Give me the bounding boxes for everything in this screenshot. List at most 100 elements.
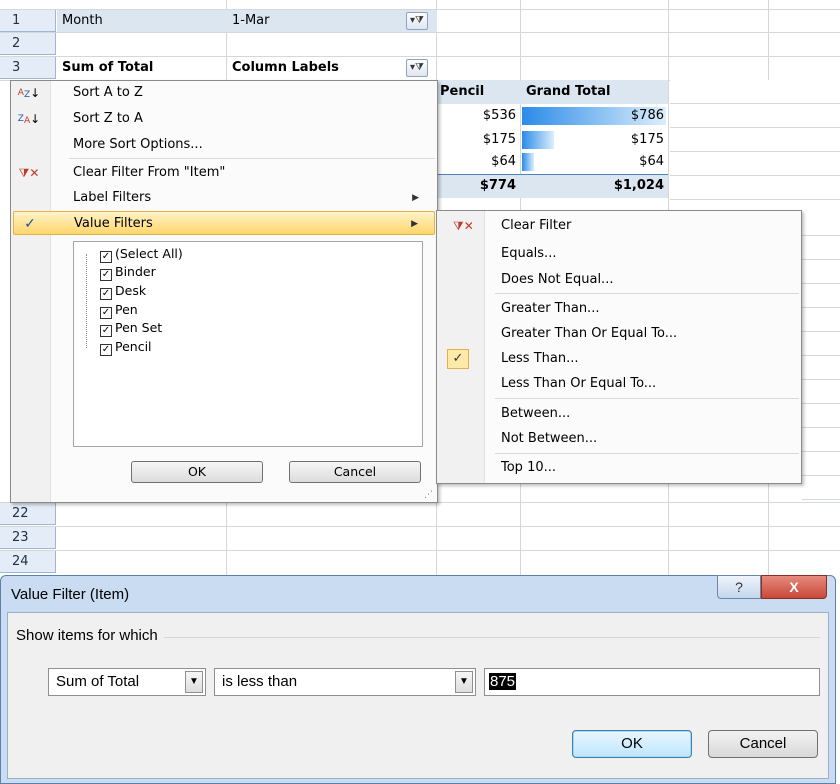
month-value-cell[interactable]: 1-Mar	[232, 10, 392, 32]
pencil-column-header[interactable]: Pencil	[440, 81, 518, 103]
funnel-icon: ▾⧩	[410, 15, 424, 26]
checkbox-pencil[interactable]: ✓ Pencil	[100, 338, 152, 356]
checkbox-checked-icon: ✓	[100, 325, 112, 337]
checkbox-label: Binder	[115, 264, 156, 279]
dialog-ok-button[interactable]: OK	[572, 730, 692, 758]
checkbox-label: Pencil	[115, 339, 152, 354]
grand-total-value-cell[interactable]: $786	[522, 105, 664, 127]
ok-button[interactable]: OK	[131, 461, 263, 483]
clear-filter-icon: ⧩✕	[18, 166, 40, 180]
checkbox-checked-icon: ✓	[100, 344, 112, 356]
checkbox-binder[interactable]: ✓ Binder	[100, 263, 156, 281]
item-checkbox-list[interactable]: ✓ (Select All) ✓ Binder ✓ Desk ✓ Pen ✓ Pen Se…	[73, 241, 423, 447]
sort-za-icon: ZA↓	[17, 112, 41, 126]
menu-item-label: Sort Z to A	[73, 111, 143, 126]
checkbox-pen[interactable]: ✓ Pen	[100, 301, 138, 319]
greater-than-item[interactable]: Greater Than...	[439, 297, 799, 321]
menu-item-label: Label Filters	[73, 190, 152, 205]
grand-total-column-header[interactable]: Grand Total	[526, 81, 666, 103]
row-header-24[interactable]: 24	[0, 551, 56, 573]
checkbox-select-all[interactable]: ✓ (Select All)	[100, 245, 183, 263]
chevron-down-icon[interactable]: ▼	[455, 671, 473, 693]
submenu-arrow-icon: ▶	[411, 219, 418, 229]
grand-total-total-cell[interactable]: $1,024	[522, 175, 664, 197]
sort-az-icon: AZ↓	[17, 86, 41, 100]
funnel-icon: ▾⧩	[410, 62, 424, 73]
label-filters-item[interactable]: Label Filters ▶	[13, 186, 435, 210]
checkmark-icon: ✓	[447, 349, 469, 369]
resize-grip-icon[interactable]: ⋰	[424, 490, 433, 500]
sum-of-total-label[interactable]: Sum of Total	[62, 57, 222, 79]
menu-item-label: Less Than...	[501, 351, 579, 366]
equals-item[interactable]: Equals...	[439, 242, 799, 266]
does-not-equal-item[interactable]: Does Not Equal...	[439, 268, 799, 292]
checkmark-icon: ✓	[24, 216, 36, 232]
less-than-or-equal-item[interactable]: Less Than Or Equal To...	[439, 372, 799, 396]
checkbox-checked-icon: ✓	[100, 269, 112, 281]
menu-item-label: Not Between...	[501, 431, 598, 446]
field-select[interactable]: Sum of Total ▼	[48, 668, 206, 696]
not-between-item[interactable]: Not Between...	[439, 427, 799, 451]
cancel-button[interactable]: Cancel	[289, 461, 421, 483]
value-input-text: 875	[489, 673, 517, 690]
menu-item-label: Less Than Or Equal To...	[501, 376, 657, 391]
submenu-arrow-icon: ▶	[412, 193, 419, 203]
checkbox-label: Pen	[115, 302, 138, 317]
value-filters-item[interactable]: ✓ Value Filters ▶	[13, 211, 435, 235]
checkbox-pen-set[interactable]: ✓ Pen Set	[100, 319, 162, 337]
top-10-item[interactable]: Top 10...	[439, 456, 799, 480]
operator-select[interactable]: is less than ▼	[214, 668, 476, 696]
sort-z-to-a-item[interactable]: ZA↓ Sort Z to A	[13, 107, 435, 131]
menu-item-label: Top 10...	[501, 460, 557, 475]
help-button[interactable]: ?	[717, 575, 761, 599]
help-icon: ?	[735, 579, 743, 595]
menu-item-label: Greater Than Or Equal To...	[501, 326, 678, 341]
value-filter-dialog: Value Filter (Item) ? X Show items for w…	[0, 575, 836, 784]
between-item[interactable]: Between...	[439, 402, 799, 426]
row-header-3[interactable]: 3	[0, 57, 56, 79]
month-filter-dropdown[interactable]: ▾⧩	[406, 12, 428, 30]
less-than-item[interactable]: ✓ Less Than...	[439, 347, 799, 371]
menu-item-label: Value Filters	[74, 216, 153, 231]
menu-item-label: Does Not Equal...	[501, 272, 614, 287]
column-labels-filter-dropdown[interactable]: ▾⧩	[406, 59, 428, 77]
filter-dropdown-menu: AZ↓ Sort A to Z ZA↓ Sort Z to A More Sor…	[10, 80, 438, 503]
pencil-total-cell[interactable]: $774	[440, 175, 516, 197]
clear-filter-from-item[interactable]: ⧩✕ Clear Filter From "Item"	[13, 161, 435, 185]
clear-filter-item[interactable]: ⧩✕ Clear Filter	[439, 214, 799, 238]
menu-item-label: Sort A to Z	[73, 85, 143, 100]
sort-a-to-z-item[interactable]: AZ↓ Sort A to Z	[13, 81, 435, 105]
pencil-value-cell[interactable]: $536	[440, 105, 516, 127]
month-label-cell[interactable]: Month	[62, 10, 222, 32]
grand-total-value-cell[interactable]: $64	[522, 151, 664, 173]
more-sort-options-item[interactable]: More Sort Options...	[13, 133, 435, 157]
checkbox-checked-icon: ✓	[100, 307, 112, 319]
checkbox-label: Desk	[115, 283, 147, 298]
chevron-down-icon[interactable]: ▼	[185, 671, 203, 693]
dialog-cancel-button[interactable]: Cancel	[708, 730, 818, 758]
show-items-label: Show items for which	[16, 627, 164, 644]
field-select-value: Sum of Total	[56, 673, 140, 690]
row-header-23[interactable]: 23	[0, 527, 56, 549]
checkbox-label: (Select All)	[115, 246, 183, 261]
checkbox-checked-icon: ✓	[100, 251, 112, 263]
clear-filter-icon: ⧩✕	[453, 219, 474, 233]
grand-total-value-cell[interactable]: $175	[522, 129, 664, 151]
close-button[interactable]: X	[761, 575, 827, 599]
value-filters-submenu: ⧩✕ Clear Filter Equals... Does Not Equal…	[436, 210, 802, 484]
menu-item-label: Clear Filter From "Item"	[73, 165, 226, 180]
value-input[interactable]: 875	[484, 668, 820, 696]
dialog-body: Show items for which Sum of Total ▼ is l…	[7, 612, 829, 779]
pencil-value-cell[interactable]: $175	[440, 129, 516, 151]
checkbox-label: Pen Set	[115, 320, 163, 335]
row-header-22[interactable]: 22	[0, 503, 56, 525]
close-icon: X	[789, 579, 799, 595]
column-labels-header[interactable]: Column Labels	[232, 57, 402, 79]
pencil-value-cell[interactable]: $64	[440, 151, 516, 173]
greater-than-or-equal-item[interactable]: Greater Than Or Equal To...	[439, 322, 799, 346]
checkbox-desk[interactable]: ✓ Desk	[100, 282, 146, 300]
checkbox-checked-icon: ✓	[100, 288, 112, 300]
row-header-2[interactable]: 2	[0, 33, 56, 55]
operator-select-value: is less than	[222, 673, 298, 690]
row-header-1[interactable]: 1	[0, 10, 56, 32]
